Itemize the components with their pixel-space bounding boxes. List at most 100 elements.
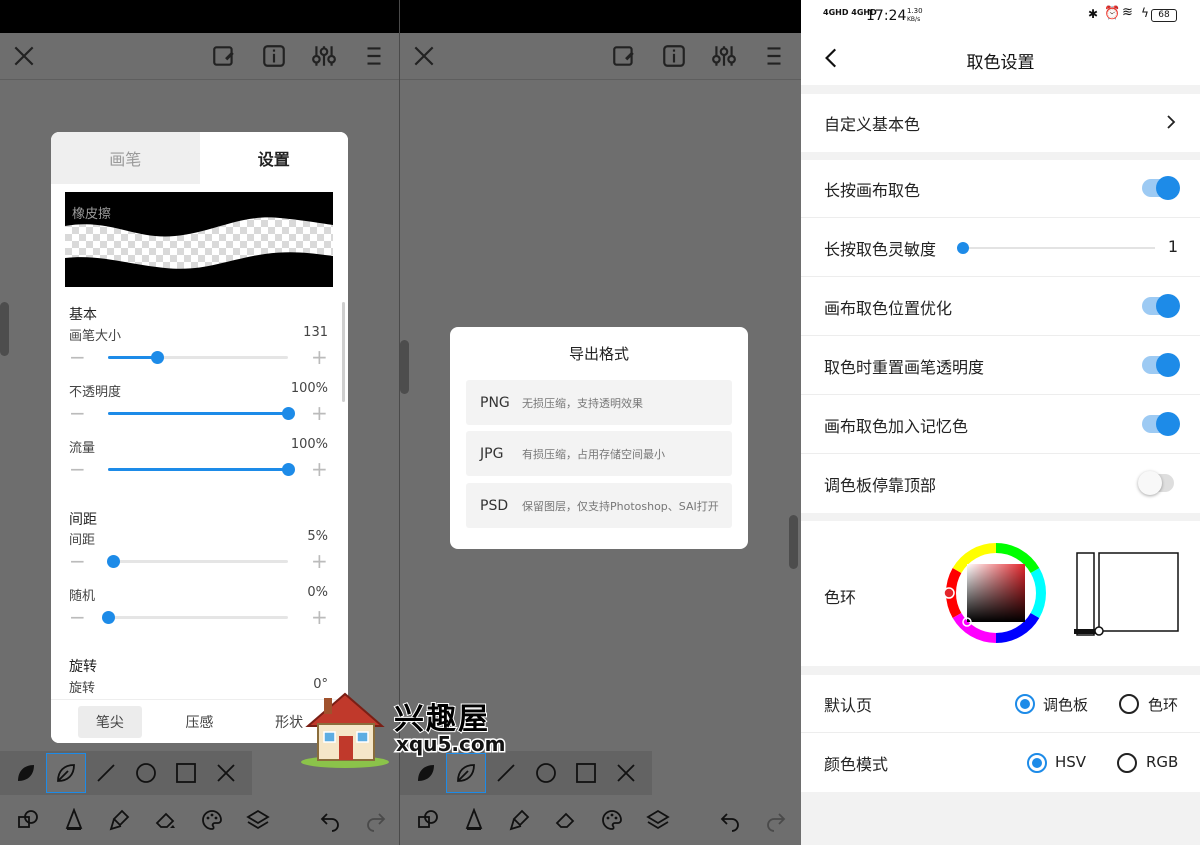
close-shape-icon[interactable] — [206, 753, 246, 793]
redo-icon[interactable] — [756, 800, 796, 840]
close-shape-icon[interactable] — [606, 753, 646, 793]
spacing-increase[interactable]: + — [311, 551, 328, 571]
radio-default-wheel[interactable] — [1119, 694, 1139, 714]
palette-icon[interactable] — [592, 800, 632, 840]
brush-size-decrease[interactable]: − — [69, 347, 86, 367]
chevron-right-icon — [1167, 115, 1176, 129]
palette-icon[interactable] — [192, 800, 232, 840]
redo-icon[interactable] — [356, 800, 396, 840]
sensitivity-slider-thumb[interactable] — [957, 242, 969, 254]
radio-default-palette[interactable] — [1015, 694, 1035, 714]
brush-size-value: 131 — [303, 325, 328, 340]
spacing-value: 5% — [307, 529, 328, 544]
adjust-sliders-icon[interactable] — [309, 41, 339, 71]
adjust-sliders-icon[interactable] — [709, 41, 739, 71]
smudge-icon[interactable] — [100, 800, 140, 840]
spacing-decrease[interactable]: − — [69, 551, 86, 571]
line-tool-icon[interactable] — [86, 753, 126, 793]
top-toolbar — [0, 33, 399, 80]
row-color-mode: 颜色模式 HSV RGB — [801, 734, 1200, 792]
info-icon[interactable] — [259, 41, 289, 71]
info-icon[interactable] — [659, 41, 689, 71]
format-name: PNG — [480, 394, 510, 411]
layers-icon[interactable] — [238, 800, 278, 840]
alarm-icon: ⏰ — [1104, 6, 1121, 21]
brush-tabs: 画笔 设置 — [51, 132, 348, 184]
close-icon[interactable] — [9, 41, 39, 71]
brush-preview: 橡皮擦 — [65, 192, 333, 287]
flow-increase[interactable]: + — [311, 459, 328, 479]
opacity-slider[interactable] — [108, 407, 295, 420]
pen-tool-icon[interactable] — [454, 800, 494, 840]
rect-tool-icon[interactable] — [166, 753, 206, 793]
color-wheel-preview[interactable] — [941, 541, 1051, 646]
radio-mode-hsv[interactable] — [1027, 753, 1047, 773]
main-toolbar — [0, 795, 399, 845]
side-handle[interactable] — [0, 302, 9, 356]
export-option-png[interactable]: PNG 无损压缩，支持透明效果 — [466, 380, 732, 425]
radio-mode-rgb[interactable] — [1117, 753, 1137, 773]
side-handle-right[interactable] — [789, 515, 798, 569]
brush-size-label: 画笔大小 — [69, 329, 122, 344]
random-increase[interactable]: + — [311, 607, 328, 627]
status-bar — [0, 0, 399, 33]
brush-size-slider[interactable] — [108, 351, 288, 364]
leaf-brush-icon[interactable] — [6, 753, 46, 793]
spacing-slider[interactable] — [107, 555, 288, 568]
export-option-psd[interactable]: PSD 保留图层，仅支持Photoshop、SAI打开 — [466, 483, 732, 528]
menu-icon[interactable] — [759, 41, 789, 71]
row-custom-base-color[interactable]: 自定义基本色 — [801, 94, 1200, 152]
rect-tool-icon[interactable] — [566, 753, 606, 793]
random-slider[interactable] — [102, 611, 288, 624]
random-decrease[interactable]: − — [69, 607, 86, 627]
sensitivity-slider-track[interactable] — [963, 247, 1155, 249]
shapes-icon[interactable] — [408, 800, 448, 840]
undo-icon[interactable] — [310, 800, 350, 840]
eraser-icon[interactable] — [546, 800, 586, 840]
brush-size-increase[interactable]: + — [311, 347, 328, 367]
format-desc: 无损压缩，支持透明效果 — [522, 396, 643, 410]
row-default-page: 默认页 调色板 色环 — [801, 675, 1200, 733]
radio-label: 调色板 — [1043, 696, 1089, 714]
flow-slider[interactable] — [108, 463, 295, 476]
shapes-icon[interactable] — [8, 800, 48, 840]
export-option-jpg[interactable]: JPG 有损压缩，占用存储空间最小 — [466, 431, 732, 476]
section-spacing: 间距 — [69, 512, 97, 528]
menu-icon[interactable] — [359, 41, 389, 71]
bluetooth-icon: ✱ — [1088, 7, 1099, 21]
long-press-pick-toggle[interactable] — [1142, 176, 1180, 200]
circle-tool-icon[interactable] — [526, 753, 566, 793]
radio-label: 色环 — [1148, 696, 1179, 714]
palette-top-toggle[interactable] — [1138, 471, 1174, 495]
smudge-icon[interactable] — [500, 800, 540, 840]
net-speed-unit: KB/s — [907, 16, 921, 23]
tab-tip[interactable]: 笔尖 — [77, 705, 142, 738]
scrollbar[interactable] — [342, 302, 345, 402]
opacity-increase[interactable]: + — [311, 403, 328, 423]
radio-label: HSV — [1055, 753, 1087, 771]
reset-opacity-toggle[interactable] — [1142, 353, 1180, 377]
position-optimize-toggle[interactable] — [1142, 294, 1180, 318]
flow-decrease[interactable]: − — [69, 459, 86, 479]
opacity-decrease[interactable]: − — [69, 403, 86, 423]
pen-tool-icon[interactable] — [54, 800, 94, 840]
row-reset-opacity: 取色时重置画笔透明度 — [801, 337, 1200, 395]
eraser-icon[interactable] — [146, 800, 186, 840]
random-value: 0% — [307, 585, 328, 600]
tab-brush[interactable]: 画笔 — [51, 132, 200, 184]
undo-icon[interactable] — [710, 800, 750, 840]
tab-settings[interactable]: 设置 — [199, 132, 348, 184]
close-icon[interactable] — [409, 41, 439, 71]
row-label: 默认页 — [824, 696, 873, 715]
shape-toolbar — [0, 751, 252, 795]
leaf-outline-icon[interactable] — [46, 753, 86, 793]
add-memory-toggle[interactable] — [1142, 412, 1180, 436]
layer-edit-icon[interactable] — [609, 41, 639, 71]
side-handle[interactable] — [400, 340, 409, 394]
color-box-preview[interactable] — [1073, 551, 1183, 639]
color-wheel-label: 色环 — [824, 588, 857, 607]
layer-edit-icon[interactable] — [209, 41, 239, 71]
tab-pressure[interactable]: 压感 — [167, 706, 231, 738]
layers-icon[interactable] — [638, 800, 678, 840]
circle-tool-icon[interactable] — [126, 753, 166, 793]
